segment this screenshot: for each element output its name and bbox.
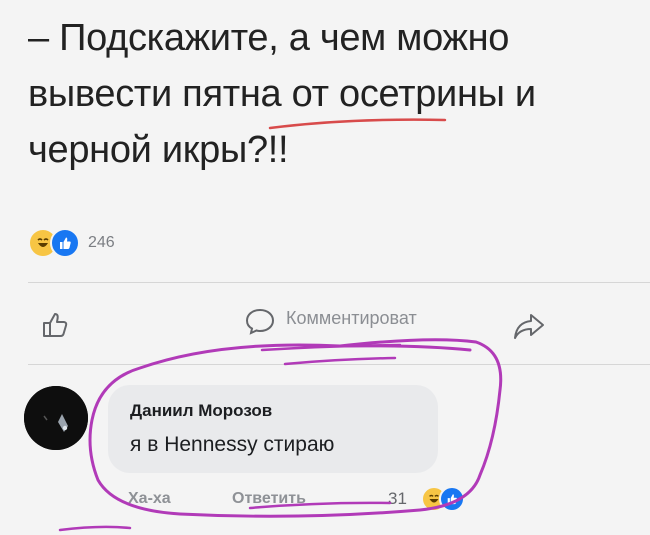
avatar-image	[24, 386, 88, 450]
comment-reactions[interactable]: 31	[388, 486, 465, 512]
thumbs-up-outline-icon	[43, 313, 68, 337]
purple-underline	[58, 525, 132, 532]
purple-underline	[260, 343, 402, 352]
avatar[interactable]	[24, 386, 88, 450]
share-arrow-icon	[514, 314, 544, 339]
post-text: – Подскажите, а чем можно вывести пятна …	[28, 10, 628, 178]
post-text-line-3: черной икры?!!	[28, 129, 289, 171]
comment-button[interactable]: Комментироват	[244, 306, 417, 336]
comment-text: я в Hennessy стираю	[130, 433, 335, 456]
like-button[interactable]	[40, 310, 70, 340]
comment-author[interactable]: Даниил Морозов	[130, 401, 272, 421]
comment-bubble: Даниил Морозов я в Hennessy стираю	[108, 385, 438, 473]
comment-haha-button[interactable]: Ха-ха	[128, 490, 171, 508]
post-text-line-2: вывести пятна от осетрины и	[28, 73, 536, 115]
comment-label: Комментироват	[286, 307, 417, 328]
comment-reaction-count: 31	[388, 489, 407, 508]
post-text-line-1: – Подскажите, а чем можно	[28, 17, 510, 59]
share-button[interactable]	[512, 312, 546, 340]
divider	[28, 364, 650, 365]
like-icon	[438, 486, 465, 512]
like-icon	[50, 228, 80, 258]
comment-reply-button[interactable]: Ответить	[232, 490, 306, 508]
divider	[28, 282, 650, 283]
comment-bubble-icon	[245, 308, 275, 335]
reaction-summary[interactable]: 246	[28, 228, 115, 258]
reaction-count: 246	[88, 234, 115, 251]
